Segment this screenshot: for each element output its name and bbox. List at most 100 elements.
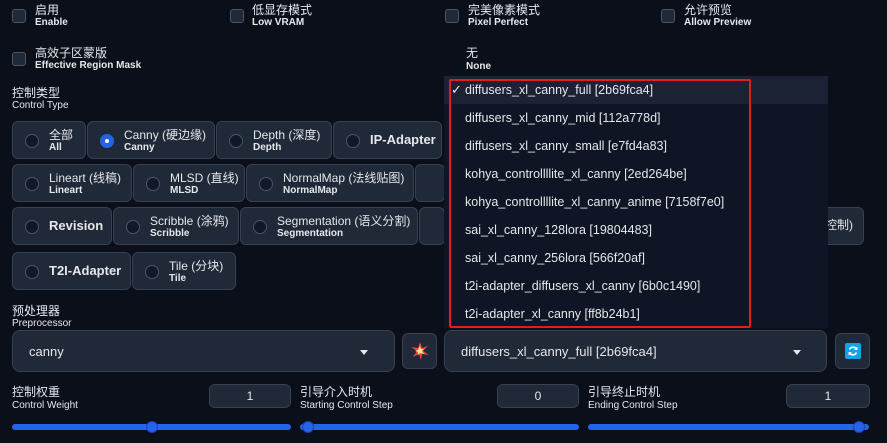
- radio-t2i-adapter[interactable]: T2I-Adapter: [12, 252, 131, 290]
- ending-step-slider[interactable]: [588, 424, 869, 430]
- radio-circle-checked: [100, 134, 114, 148]
- radio-circle: [25, 177, 39, 191]
- chevron-down-icon: [793, 350, 801, 355]
- starting-step-title-zh: 引导介入时机: [300, 385, 373, 399]
- radio-segmentation-en: Segmentation: [277, 228, 344, 239]
- dropdown-item-label: kohya_controllllite_xl_canny_anime [7158…: [465, 195, 725, 209]
- explosion-icon: [411, 342, 429, 360]
- radio-tile-en: Tile: [169, 273, 187, 284]
- low-vram-checkbox[interactable]: [230, 9, 244, 23]
- dropdown-item-label: kohya_controllllite_xl_canny [2ed264be]: [465, 167, 687, 181]
- radio-lineart-en: Lineart: [49, 185, 83, 196]
- radio-mlsd-zh: MLSD (直线): [170, 171, 239, 185]
- enable-label-en: Enable: [35, 17, 68, 28]
- starting-step-slider[interactable]: [300, 424, 579, 430]
- radio-all-zh: 全部: [49, 128, 74, 142]
- dropdown-item[interactable]: kohya_controllllite_xl_canny_anime [7158…: [444, 188, 828, 216]
- dropdown-item[interactable]: t2i-adapter_xl_canny [ff8b24b1]: [444, 300, 828, 328]
- dropdown-item[interactable]: sai_xl_canny_256lora [566f20af]: [444, 244, 828, 272]
- radio-segmentation[interactable]: Segmentation (语义分割) Segmentation: [240, 207, 418, 245]
- radio-normalmap-zh: NormalMap (法线贴图): [283, 171, 405, 185]
- control-weight-title-en: Control Weight: [12, 400, 78, 411]
- preprocessor-select[interactable]: canny: [12, 330, 395, 372]
- effective-region-mask-checkbox[interactable]: [12, 52, 26, 66]
- allow-preview-label-zh: 允许预览: [684, 3, 733, 17]
- ending-step-input[interactable]: 1: [786, 384, 870, 408]
- ending-step-title-en: Ending Control Step: [588, 400, 678, 411]
- dropdown-item-label: sai_xl_canny_128lora [19804483]: [465, 223, 652, 237]
- control-type-title-zh: 控制类型: [12, 86, 61, 100]
- radio-circle: [346, 134, 360, 148]
- radio-circle: [25, 265, 39, 279]
- pixel-perfect-label-zh: 完美像素模式: [468, 3, 541, 17]
- radio-circle: [126, 220, 140, 234]
- radio-normalmap[interactable]: NormalMap (法线贴图) NormalMap: [246, 164, 414, 202]
- radio-scribble-zh: Scribble (涂鸦): [150, 214, 229, 228]
- radio-segmentation-zh: Segmentation (语义分割): [277, 214, 411, 228]
- dropdown-item[interactable]: t2i-adapter_diffusers_xl_canny [6b0c1490…: [444, 272, 828, 300]
- check-icon: ✓: [451, 82, 462, 97]
- control-weight-title-zh: 控制权重: [12, 385, 61, 399]
- enable-checkbox[interactable]: [12, 9, 26, 23]
- model-none-label-zh: 无: [466, 46, 479, 60]
- allow-preview-label-en: Allow Preview: [684, 17, 752, 28]
- model-none-label-en: None: [466, 61, 491, 72]
- dropdown-item[interactable]: ✓ diffusers_xl_canny_full [2b69fca4]: [444, 76, 828, 104]
- radio-depth-en: Depth: [253, 142, 282, 153]
- radio-canny-en: Canny: [124, 142, 155, 153]
- radio-lineart[interactable]: Lineart (线稿) Lineart: [12, 164, 132, 202]
- radio-depth-zh: Depth (深度): [253, 128, 321, 142]
- preprocessor-title-zh: 预处理器: [12, 304, 61, 318]
- radio-circle: [25, 220, 39, 234]
- radio-partial-hidden[interactable]: [415, 164, 445, 202]
- radio-scribble-en: Scribble: [150, 228, 190, 239]
- radio-scribble[interactable]: Scribble (涂鸦) Scribble: [113, 207, 239, 245]
- dropdown-item-label: sai_xl_canny_256lora [566f20af]: [465, 251, 645, 265]
- radio-ip-adapter-label: IP-Adapter: [370, 132, 436, 147]
- radio-circle: [145, 265, 159, 279]
- low-vram-label-zh: 低显存模式: [252, 3, 313, 17]
- low-vram-label-en: Low VRAM: [252, 17, 305, 28]
- radio-tile[interactable]: Tile (分块) Tile: [132, 252, 236, 290]
- radio-canny-zh: Canny (硬边缘): [124, 128, 207, 142]
- preprocessor-select-value: canny: [29, 344, 64, 359]
- starting-step-slider-thumb[interactable]: [302, 421, 314, 433]
- control-weight-input[interactable]: 1: [209, 384, 291, 408]
- model-dropdown-menu: ✓ diffusers_xl_canny_full [2b69fca4] dif…: [444, 76, 828, 328]
- model-select[interactable]: diffusers_xl_canny_full [2b69fca4]: [444, 330, 827, 372]
- refresh-button[interactable]: [835, 333, 870, 369]
- enable-label-zh: 启用: [35, 3, 60, 17]
- radio-all-en: All: [49, 142, 62, 153]
- radio-partial-hidden[interactable]: [419, 207, 445, 245]
- radio-tile-zh: Tile (分块): [169, 259, 224, 273]
- radio-normalmap-en: NormalMap: [283, 185, 338, 196]
- run-preprocessor-button[interactable]: [402, 333, 437, 369]
- radio-circle: [253, 220, 267, 234]
- ending-step-slider-thumb[interactable]: [853, 421, 865, 433]
- starting-step-title-en: Starting Control Step: [300, 400, 393, 411]
- radio-circle: [229, 134, 243, 148]
- radio-canny[interactable]: Canny (硬边缘) Canny: [87, 121, 215, 159]
- pixel-perfect-checkbox[interactable]: [445, 9, 459, 23]
- radio-circle: [146, 177, 160, 191]
- radio-depth[interactable]: Depth (深度) Depth: [216, 121, 332, 159]
- refresh-icon: [845, 343, 861, 359]
- dropdown-item-label: t2i-adapter_xl_canny [ff8b24b1]: [465, 307, 640, 321]
- radio-revision[interactable]: Revision: [12, 207, 112, 245]
- radio-lineart-zh: Lineart (线稿): [49, 171, 122, 185]
- radio-circle: [25, 134, 39, 148]
- allow-preview-checkbox[interactable]: [661, 9, 675, 23]
- dropdown-item[interactable]: diffusers_xl_canny_small [e7fd4a83]: [444, 132, 828, 160]
- radio-mlsd[interactable]: MLSD (直线) MLSD: [133, 164, 245, 202]
- dropdown-item[interactable]: diffusers_xl_canny_mid [112a778d]: [444, 104, 828, 132]
- control-weight-slider-thumb[interactable]: [146, 421, 158, 433]
- dropdown-item-label: diffusers_xl_canny_small [e7fd4a83]: [465, 139, 667, 153]
- dropdown-item[interactable]: sai_xl_canny_128lora [19804483]: [444, 216, 828, 244]
- dropdown-item[interactable]: kohya_controllllite_xl_canny [2ed264be]: [444, 160, 828, 188]
- radio-ip-adapter[interactable]: IP-Adapter: [333, 121, 442, 159]
- effective-region-mask-label-en: Effective Region Mask: [35, 60, 142, 71]
- radio-all[interactable]: 全部 All: [12, 121, 86, 159]
- starting-step-input[interactable]: 0: [497, 384, 579, 408]
- chevron-down-icon: [360, 350, 368, 355]
- dropdown-item-label: diffusers_xl_canny_mid [112a778d]: [465, 111, 661, 125]
